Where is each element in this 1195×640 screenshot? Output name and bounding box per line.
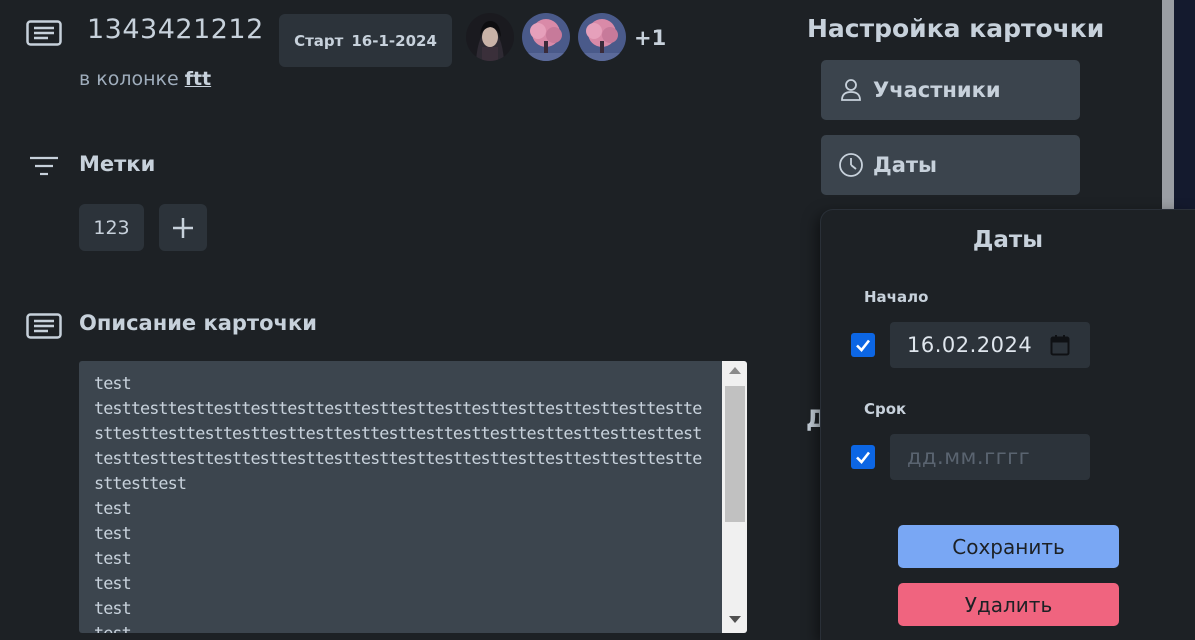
popover-title: Даты [972,227,1044,253]
scroll-up-arrow-icon[interactable] [729,367,741,374]
member-avatar[interactable] [466,13,514,61]
members-button[interactable]: Участники [821,60,1080,120]
column-link[interactable]: ftt [185,68,211,90]
checkmark-icon [856,451,871,464]
filter-lines-icon [29,155,59,177]
members-button-label: Участники [873,78,1001,102]
label-tag[interactable]: 123 [79,204,144,251]
dates-button[interactable]: Даты [821,135,1080,195]
page-scrollbar-thumb[interactable] [1162,0,1174,220]
dates-popover: Даты Начало 16.02.2024 Срок дд.мм.гггг С… [821,210,1195,640]
calendar-icon[interactable] [1050,334,1070,356]
description-icon [26,313,62,339]
start-date-label: Начало [864,288,929,306]
description-heading: Описание карточки [79,311,317,335]
due-date-label: Срок [864,400,907,418]
dates-button-label: Даты [873,153,938,177]
clock-icon [839,153,863,177]
person-icon [841,79,861,101]
member-avatar[interactable] [522,13,570,61]
start-badge-label: Старт [294,31,344,50]
card-title[interactable]: 1343421212 [87,14,264,45]
due-date-input[interactable]: дд.мм.гггг [890,434,1090,480]
settings-heading: Настройка карточки [807,14,1105,43]
start-date-value: 16.02.2024 [907,333,1033,357]
checkmark-icon [856,339,871,352]
add-label-button[interactable] [159,204,207,251]
column-info: в колонке ftt [79,68,211,90]
due-date-checkbox[interactable] [851,445,875,469]
labels-heading: Метки [79,152,156,176]
extra-members-count[interactable]: +1 [634,26,666,50]
scroll-thumb[interactable] [725,386,745,522]
member-avatar[interactable] [578,13,626,61]
card-title-icon [26,20,62,46]
column-prefix: в колонке [79,68,179,90]
description-textarea[interactable]: test testtesttesttesttesttesttesttesttes… [79,361,747,633]
start-badge-date: 16-1-2024 [351,31,437,50]
description-text[interactable]: test testtesttesttesttesttesttesttesttes… [94,371,704,633]
scroll-down-arrow-icon[interactable] [729,616,741,623]
start-date-badge[interactable]: Старт 16-1-2024 [279,14,452,67]
start-date-input[interactable]: 16.02.2024 [890,322,1090,368]
start-date-checkbox[interactable] [851,333,875,357]
description-scrollbar[interactable] [722,361,747,633]
due-date-placeholder: дд.мм.гггг [907,445,1031,469]
delete-button[interactable]: Удалить [898,583,1119,626]
plus-icon [173,217,193,238]
save-button[interactable]: Сохранить [898,525,1119,568]
